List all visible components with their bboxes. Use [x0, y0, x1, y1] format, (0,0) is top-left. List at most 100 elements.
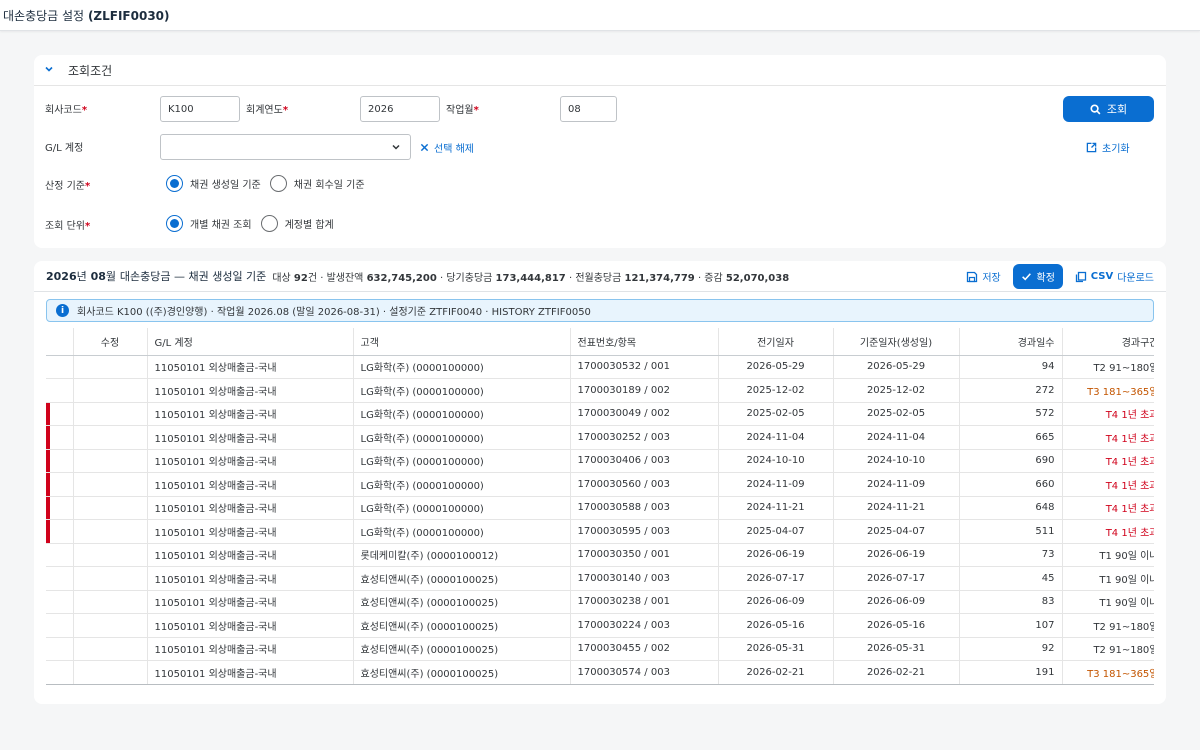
clear-selection-label: 선택 해제 — [434, 144, 474, 155]
work-month-input[interactable]: 08 — [560, 96, 617, 122]
row-flag-cell — [46, 449, 74, 473]
row-base-date-cell: 2026-07-17 — [833, 566, 960, 591]
table-row[interactable]: 11050101 외상매출금-국내 LG화학(주) (0000100000) 170… — [46, 449, 1154, 473]
row-elapsed-bucket-cell: T4 1년 초과 — [1062, 402, 1154, 426]
col-gl[interactable]: G/L 계정 — [147, 328, 354, 356]
table-row[interactable]: 11050101 외상매출금-국내 효성티앤씨(주) (0000100025) 17… — [46, 637, 1154, 661]
info-banner: i 회사코드 K100 ((주)경인양행) · 작업월 2026.08 (말일 … — [46, 299, 1154, 322]
summary-prev-value: 121,374,779 — [624, 272, 695, 284]
col-elapsed-days[interactable]: 경과일수 — [959, 328, 1063, 356]
close-icon — [420, 143, 429, 152]
table-row[interactable]: 11050101 외상매출금-국내 효성티앤씨(주) (0000100025) 17… — [46, 590, 1154, 614]
row-gl-cell: 11050101 외상매출금-국내 — [147, 613, 354, 638]
row-posting-date-cell: 2024-11-09 — [718, 472, 834, 497]
col-base-date[interactable]: 기준일자(생성일) — [833, 328, 960, 356]
row-edit-cell — [73, 637, 148, 661]
row-edit-cell — [73, 449, 148, 473]
table-row[interactable]: 11050101 외상매출금-국내 효성티앤씨(주) (0000100025) 17… — [46, 613, 1154, 638]
row-elapsed-bucket-cell: T1 90일 이내 — [1062, 590, 1154, 614]
unit-label: 조회 단위* — [45, 217, 90, 232]
unit-label-text: 조회 단위 — [45, 221, 85, 232]
clear-selection-link[interactable]: 선택 해제 — [420, 140, 474, 155]
row-doc-cell: 1700030588 / 003 — [569, 496, 719, 520]
table-row[interactable]: 11050101 외상매출금-국내 효성티앤씨(주) (0000100025) 17… — [46, 660, 1154, 685]
col-posting-date[interactable]: 전기일자 — [718, 328, 834, 356]
row-elapsed-bucket-cell: T4 1년 초과 — [1062, 496, 1154, 520]
gl-select[interactable] — [160, 134, 411, 160]
table-row[interactable]: 11050101 외상매출금-국내 LG화학(주) (0000100000) 170… — [46, 378, 1154, 403]
row-doc-cell: 1700030350 / 001 — [569, 543, 719, 567]
table-row[interactable]: 11050101 외상매출금-국내 효성티앤씨(주) (0000100025) 17… — [46, 566, 1154, 591]
row-gl-cell: 11050101 외상매출금-국내 — [147, 566, 354, 591]
summary-target-unit: 건 · — [307, 272, 324, 284]
row-elapsed-bucket-cell: T1 90일 이내 — [1062, 566, 1154, 591]
row-elapsed-days-cell: 272 — [959, 378, 1063, 403]
col-customer[interactable]: 고객 — [353, 328, 571, 356]
reset-icon — [1086, 142, 1097, 153]
table-row[interactable]: 11050101 외상매출금-국내 LG화학(주) (0000100000) 170… — [46, 425, 1154, 450]
unit-option-account[interactable]: 계정별 합계 — [285, 216, 334, 231]
row-base-date-cell: 2024-10-10 — [833, 449, 960, 473]
row-elapsed-bucket-cell: T4 1년 초과 — [1062, 519, 1154, 544]
unit-radio-account[interactable] — [260, 215, 278, 232]
chevron-down-icon[interactable] — [44, 64, 58, 77]
row-posting-date-cell: 2025-02-05 — [718, 402, 834, 426]
table-row[interactable]: 11050101 외상매출금-국내 LG화학(주) (0000100000) 170… — [46, 472, 1154, 497]
summary-target-value: 92 — [293, 272, 308, 284]
result-panel: 2026년 08월 대손충당금 — 채권 생성일 기준 대상 92건 · 발생잔… — [34, 261, 1166, 704]
csv-download-button[interactable]: CSV 다운로드 — [1075, 269, 1154, 284]
reset-link[interactable]: 초기화 — [1086, 140, 1130, 155]
required-mark: * — [282, 105, 289, 116]
row-base-date-cell: 2026-06-19 — [833, 543, 960, 567]
row-posting-date-cell: 2025-12-02 — [718, 378, 834, 403]
table-row[interactable]: 11050101 외상매출금-국내 LG화학(주) (0000100000) 170… — [46, 355, 1154, 379]
row-elapsed-bucket-cell: T2 91~180일 — [1062, 613, 1154, 638]
summary-prev-label: · 전월충당금 — [568, 272, 622, 284]
result-title-rest: 대손충당금 — 채권 생성일 기준 — [119, 270, 267, 283]
filter-panel: 조회조건 회사코드* K100 회계연도* 2026 작업월* 08 조회 G/… — [34, 55, 1166, 248]
row-base-date-cell: 2024-11-04 — [833, 425, 960, 450]
basis-option-creation[interactable]: 채권 생성일 기준 — [190, 176, 261, 191]
save-button[interactable]: 저장 — [966, 269, 1001, 284]
row-gl-cell: 11050101 외상매출금-국내 — [147, 637, 354, 661]
table-row[interactable]: 11050101 외상매출금-국내 LG화학(주) (0000100000) 170… — [46, 496, 1154, 520]
row-edit-cell — [73, 425, 148, 450]
row-elapsed-bucket-cell: T2 91~180일 — [1062, 637, 1154, 661]
row-elapsed-days-cell: 94 — [959, 355, 1063, 379]
unit-option-individual[interactable]: 개별 채권 조회 — [190, 216, 252, 231]
row-base-date-cell: 2026-06-09 — [833, 590, 960, 614]
basis-radio-collection[interactable] — [269, 175, 287, 192]
basis-radio-creation[interactable] — [166, 175, 183, 192]
col-flag — [46, 328, 74, 356]
row-elapsed-bucket-cell: T3 181~365일 — [1062, 378, 1154, 403]
app-header: 대손충당금 설정 (ZLFIF0030) — [0, 0, 1200, 31]
page-title-text: 대손충당금 설정 — [3, 8, 85, 23]
col-elapsed-bucket[interactable]: 경과구간 — [1062, 328, 1154, 356]
row-posting-date-cell: 2026-02-21 — [718, 660, 834, 685]
company-code-input[interactable]: K100 — [160, 96, 240, 122]
col-doc[interactable]: 전표번호/항목 — [569, 328, 719, 356]
row-customer-cell: LG화학(주) (0000100000) — [353, 496, 571, 520]
row-customer-cell: LG화학(주) (0000100000) — [353, 402, 571, 426]
col-edit[interactable]: 수정 — [73, 328, 148, 356]
page-title: 대손충당금 설정 (ZLFIF0030) — [3, 7, 170, 24]
row-gl-cell: 11050101 외상매출금-국내 — [147, 355, 354, 379]
overdue-flag-marker — [46, 520, 50, 543]
row-flag-cell — [46, 496, 74, 520]
row-posting-date-cell: 2024-11-04 — [718, 425, 834, 450]
row-gl-cell: 11050101 외상매출금-국내 — [147, 378, 354, 403]
search-button[interactable]: 조회 — [1063, 96, 1154, 122]
table-row[interactable]: 11050101 외상매출금-국내 LG화학(주) (0000100000) 170… — [46, 519, 1154, 544]
filter-header[interactable]: 조회조건 — [34, 55, 1166, 86]
table-row[interactable]: 11050101 외상매출금-국내 LG화학(주) (0000100000) 170… — [46, 402, 1154, 426]
row-flag-cell — [46, 355, 74, 379]
fiscal-year-input[interactable]: 2026 — [360, 96, 440, 122]
result-title-month-unit: 월 — [105, 270, 117, 283]
basis-option-collection[interactable]: 채권 회수일 기준 — [294, 176, 365, 191]
row-elapsed-days-cell: 83 — [959, 590, 1063, 614]
confirm-button[interactable]: 확정 — [1012, 264, 1063, 289]
unit-radio-individual[interactable] — [166, 215, 183, 232]
row-doc-cell: 1700030560 / 003 — [569, 472, 719, 497]
summary-diff-value: 52,070,038 — [725, 272, 790, 284]
table-row[interactable]: 11050101 외상매출금-국내 롯데케미칼(주) (0000100012) 17… — [46, 543, 1154, 567]
